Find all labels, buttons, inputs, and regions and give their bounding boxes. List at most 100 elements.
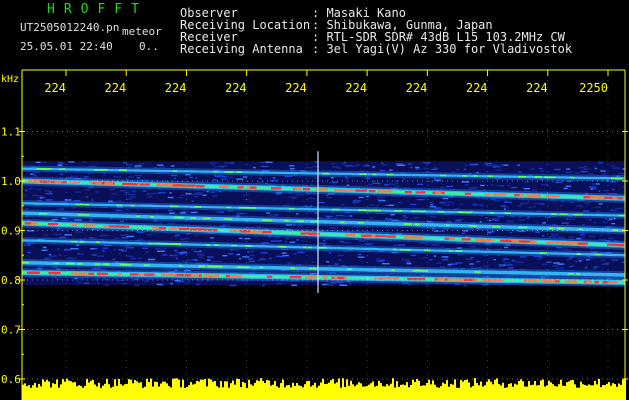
noise-speck (589, 235, 595, 238)
noise-speck (381, 263, 390, 265)
noise-speck (83, 176, 89, 178)
trace-speck (178, 265, 183, 267)
intensity-bar (306, 381, 308, 400)
trace-peak (230, 275, 237, 278)
noise-speck (194, 195, 198, 198)
noise-speck (289, 196, 297, 199)
intensity-bar (282, 379, 284, 400)
noise-speck (30, 173, 34, 175)
noise-speck (600, 170, 606, 172)
noise-speck (549, 236, 558, 238)
trace-speck (559, 213, 568, 216)
intensity-bar (594, 380, 596, 400)
trace-speck (367, 209, 373, 212)
intensity-bar (412, 379, 414, 400)
noise-speck (462, 232, 466, 234)
noise-speck (519, 256, 527, 258)
noise-speck (444, 258, 449, 260)
trace-peak (48, 272, 61, 275)
noise-speck (611, 188, 615, 191)
intensity-bar (552, 384, 554, 400)
trace-peak (24, 222, 31, 225)
intensity-bar (418, 380, 420, 400)
trace-speck (560, 227, 564, 230)
noise-speck (196, 283, 200, 285)
intensity-bar (230, 383, 232, 400)
intensity-bar (102, 385, 104, 400)
intensity-bar (530, 385, 532, 400)
x-tick-label: 224 (105, 81, 127, 95)
trace-peak (364, 234, 372, 237)
intensity-bar (578, 387, 580, 400)
noise-speck (554, 168, 561, 171)
noise-speck (64, 234, 72, 236)
noise-speck (502, 258, 509, 260)
trace-peak (83, 224, 96, 227)
intensity-bar (400, 384, 402, 400)
intensity-bar (186, 386, 188, 400)
intensity-bar (414, 382, 416, 400)
noise-speck (598, 203, 603, 205)
trace-peak (289, 276, 302, 279)
noise-speck (177, 196, 183, 199)
trace-speck (45, 168, 52, 170)
intensity-bar (82, 387, 84, 400)
noise-speck (349, 165, 356, 167)
intensity-bar (294, 385, 296, 400)
noise-speck (569, 265, 574, 268)
noise-speck (54, 233, 62, 235)
noise-speck (152, 220, 160, 223)
noise-speck (276, 282, 283, 285)
trace-speck (170, 243, 178, 245)
noise-speck (194, 258, 197, 261)
trace-peak (438, 278, 446, 281)
intensity-bar (426, 382, 428, 400)
noise-speck (493, 200, 501, 202)
noise-speck (266, 212, 270, 214)
intensity-bar (26, 386, 28, 400)
noise-speck (95, 191, 98, 193)
noise-speck (300, 240, 304, 242)
noise-speck (118, 249, 124, 251)
trace-speck (238, 266, 243, 268)
noise-speck (56, 208, 65, 210)
intensity-bar (344, 387, 346, 400)
noise-speck (413, 217, 420, 219)
noise-speck (468, 187, 477, 189)
trace-speck (84, 203, 89, 206)
y-tick-label: 0.6 (1, 373, 21, 386)
x-tick-label: 224 (406, 81, 428, 95)
noise-speck (475, 204, 483, 206)
trace-speck (412, 269, 420, 272)
noise-speck (377, 196, 385, 198)
intensity-bar (136, 381, 138, 400)
noise-speck (496, 169, 502, 171)
intensity-bar (258, 381, 260, 400)
noise-speck (293, 253, 296, 255)
noise-speck (369, 204, 375, 206)
intensity-bar (438, 387, 440, 400)
trace-speck (288, 208, 295, 210)
noise-speck (227, 210, 234, 213)
noise-speck (593, 267, 597, 270)
trace-speck (457, 211, 466, 213)
y-tick-label: 0.9 (1, 225, 21, 238)
noise-speck (421, 161, 426, 164)
trace-peak (172, 184, 184, 187)
noise-speck (504, 262, 511, 264)
noise-speck (170, 165, 175, 167)
noise-speck (212, 179, 217, 181)
trace-speck (53, 262, 59, 265)
noise-speck (397, 201, 403, 204)
noise-speck (275, 193, 281, 196)
noise-speck (594, 167, 597, 170)
intensity-bar (72, 382, 74, 400)
intensity-bar (228, 387, 230, 400)
noise-speck (133, 284, 140, 286)
intensity-bar (354, 386, 356, 400)
intensity-bar (146, 378, 148, 400)
intensity-bar (452, 384, 454, 400)
intensity-bar (420, 385, 422, 400)
trace-peak (555, 195, 560, 198)
noise-speck (216, 260, 223, 263)
